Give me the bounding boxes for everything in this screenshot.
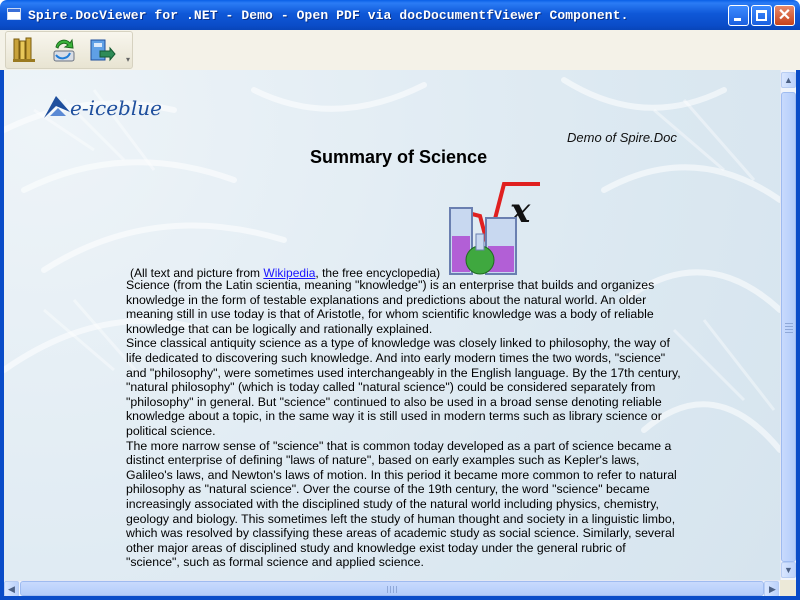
window-frame-right [796, 30, 800, 600]
grip-line [785, 332, 793, 333]
grip-line [785, 329, 793, 330]
chevron-up-icon: ▲ [784, 75, 793, 85]
chevron-right-icon: ▶ [769, 584, 776, 594]
scroll-down-button[interactable]: ▼ [781, 562, 796, 578]
horizontal-scrollbar[interactable]: ◀ ▶ [4, 580, 780, 597]
demo-caption: Demo of Spire.Doc [567, 130, 677, 145]
scroll-right-button[interactable]: ▶ [764, 581, 779, 597]
grip-line [390, 586, 391, 593]
grip-line [785, 326, 793, 327]
refresh-document-button[interactable] [48, 35, 78, 65]
paragraph: The more narrow sense of "science" that … [126, 438, 677, 570]
grip-line [785, 323, 793, 324]
window-frame-bottom [0, 596, 800, 600]
grip-line [393, 586, 394, 593]
paragraph: Science (from the Latin scientia, meanin… [126, 278, 655, 336]
document-title: Summary of Science [310, 147, 488, 167]
paragraph: Since classical antiquity science as a t… [126, 336, 681, 438]
logo-text: e-iceblue [70, 96, 162, 120]
vertical-scroll-thumb[interactable] [781, 92, 796, 562]
app-window-icon[interactable] [7, 8, 21, 20]
vertical-scrollbar[interactable]: ▲ ▼ [780, 70, 796, 580]
maximize-icon [756, 10, 767, 21]
e-iceblue-logo-icon [44, 96, 70, 118]
grip-line [396, 586, 397, 593]
chevron-down-icon: ▼ [784, 565, 793, 575]
open-folder-icon [13, 37, 35, 62]
chevron-left-icon: ◀ [8, 584, 15, 594]
scroll-up-button[interactable]: ▲ [781, 72, 796, 88]
close-button[interactable]: ✕ [774, 5, 795, 26]
science-math-icon: x [449, 182, 540, 275]
toolbar-overflow-icon[interactable]: ▾ [126, 55, 130, 64]
horizontal-scroll-thumb[interactable] [20, 581, 764, 596]
export-document-button[interactable] [86, 35, 116, 65]
window-title: Spire.DocViewer for .NET - Demo - Open P… [28, 8, 629, 23]
grip-line [387, 586, 388, 593]
scrollbar-corner [780, 580, 796, 596]
minimize-button[interactable] [728, 5, 749, 26]
export-icon [90, 39, 116, 62]
title-bar[interactable]: Spire.DocViewer for .NET - Demo - Open P… [0, 0, 800, 30]
scroll-left-button[interactable]: ◀ [4, 581, 19, 597]
document-body: Science (from the Latin scientia, meanin… [126, 278, 682, 570]
open-document-button[interactable] [10, 35, 40, 65]
document-viewer[interactable]: e-iceblue Demo of Spire.Doc Summary of S… [4, 70, 780, 580]
maximize-button[interactable] [751, 5, 772, 26]
sync-arrows-icon [53, 38, 75, 62]
minimize-icon [734, 18, 741, 21]
close-icon: ✕ [777, 7, 792, 24]
toolbar: ▾ [5, 31, 133, 69]
